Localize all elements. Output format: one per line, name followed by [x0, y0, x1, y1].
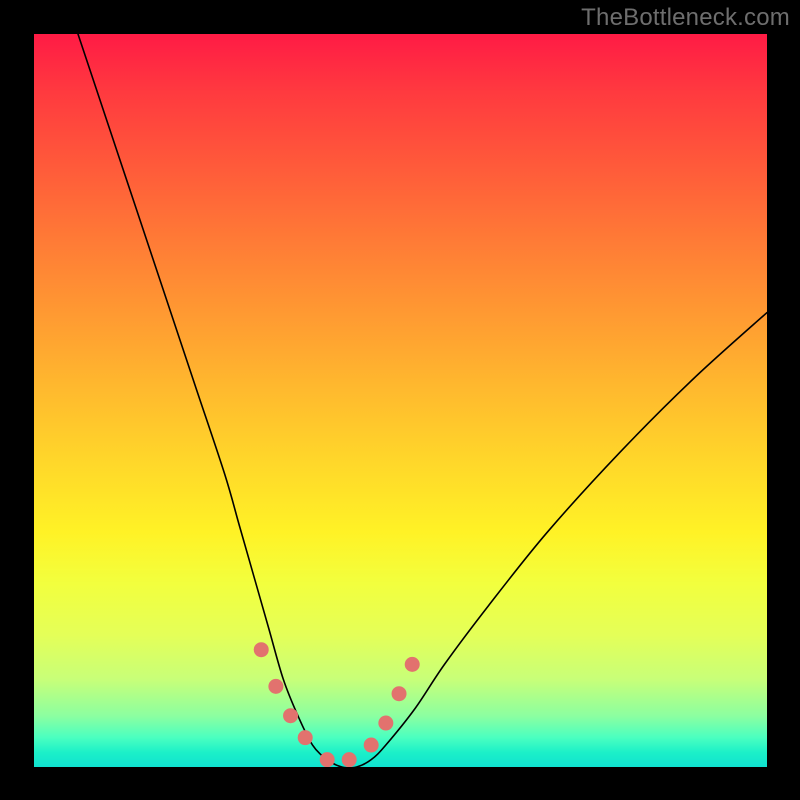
marker-dot — [298, 730, 313, 745]
bottleneck-curve — [78, 34, 767, 767]
chart-frame: TheBottleneck.com — [0, 0, 800, 800]
marker-dot — [342, 752, 357, 767]
marker-dot — [268, 679, 283, 694]
marker-dot — [364, 738, 379, 753]
marker-dot — [405, 657, 420, 672]
marker-dot — [392, 686, 407, 701]
marker-dot — [283, 708, 298, 723]
marker-dot — [320, 752, 335, 767]
marker-group — [254, 642, 420, 767]
marker-dot — [254, 642, 269, 657]
watermark-text: TheBottleneck.com — [581, 4, 790, 32]
curve-svg — [34, 34, 767, 767]
marker-dot — [378, 716, 393, 731]
plot-area — [34, 34, 767, 767]
